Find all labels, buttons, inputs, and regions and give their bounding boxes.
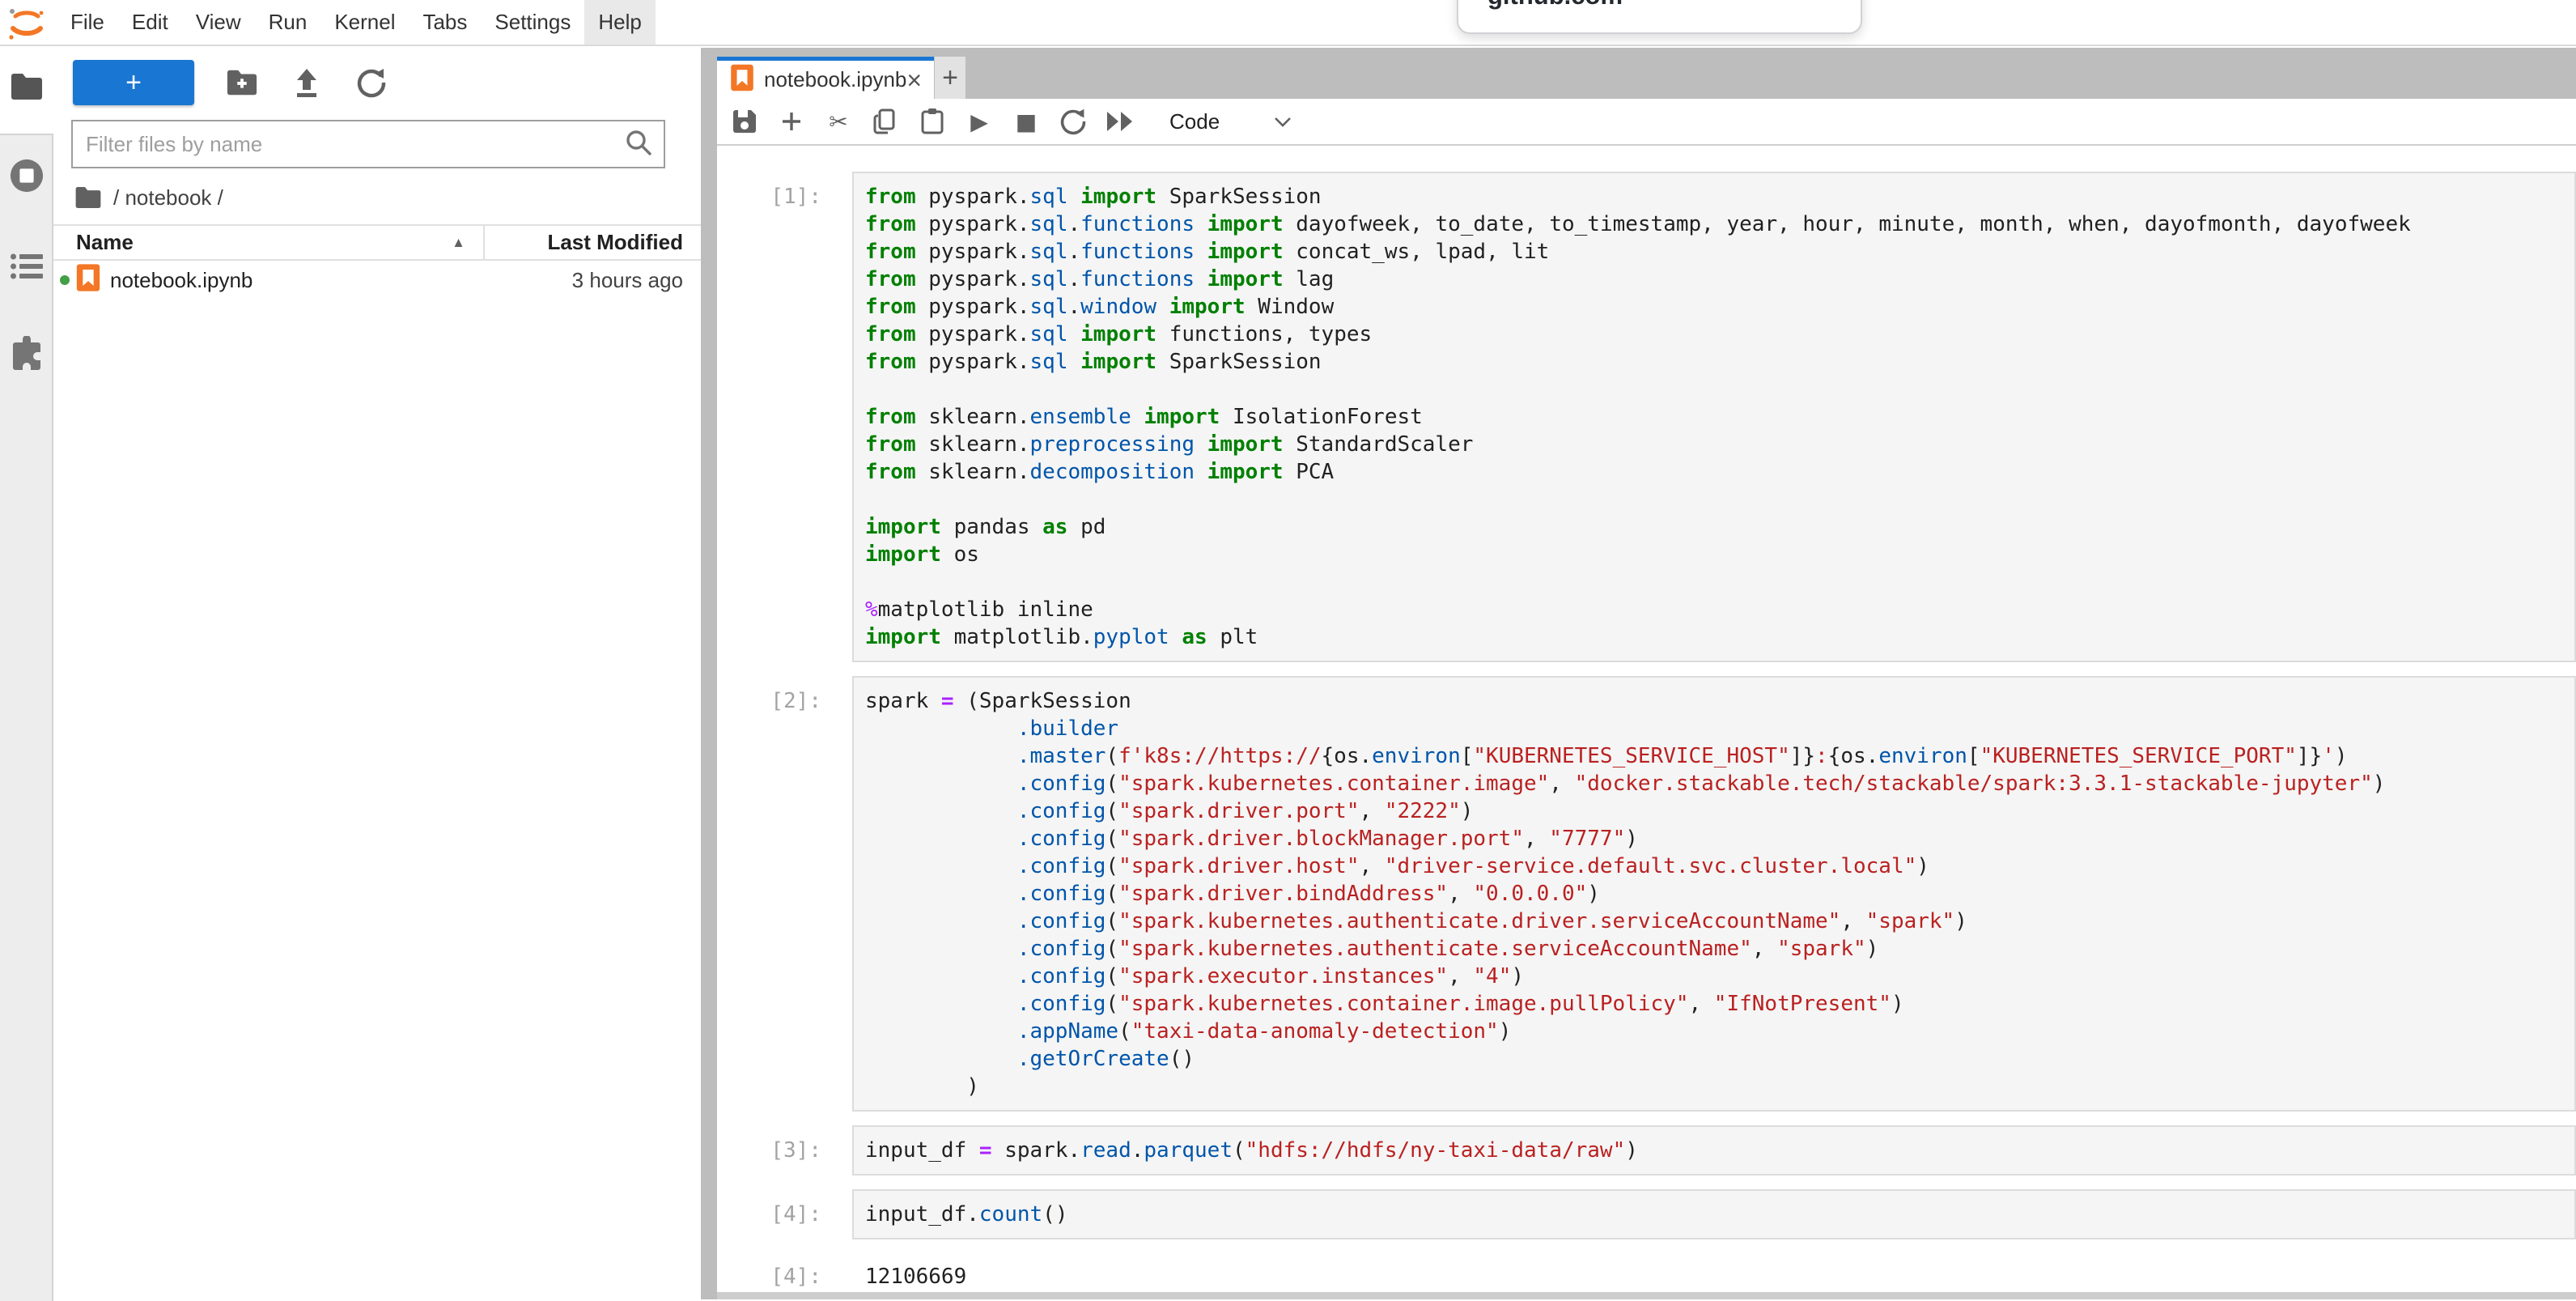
sidebar-lower [0,134,53,1301]
cell-execution-prompt: [1]: [717,172,852,662]
menu-item-edit[interactable]: Edit [118,0,182,45]
code-cell-row: [1]:from pyspark.sql import SparkSession… [717,172,2576,662]
cell-execution-prompt: [3]: [717,1125,852,1176]
panel-splitter[interactable] [701,48,717,1299]
popup-origin-text: github.com [1487,0,1623,12]
menu-bar: FileEditViewRunKernelTabsSettingsHelp [0,0,2576,46]
refresh-file-list-icon[interactable] [354,66,388,100]
menu-items: FileEditViewRunKernelTabsSettingsHelp [57,0,656,45]
menu-item-kernel[interactable]: Kernel [320,0,409,45]
menu-item-help[interactable]: Help [584,0,655,45]
new-folder-icon[interactable] [225,66,259,100]
restart-kernel-icon[interactable] [1055,103,1092,140]
kernel-running-dot [60,275,70,285]
home-folder-icon[interactable] [74,186,102,209]
cell-editor[interactable]: input_df = spark.read.parquet("hdfs://hd… [852,1125,2576,1176]
jupyter-logo-icon [6,4,47,43]
menu-item-settings[interactable]: Settings [481,0,584,45]
run-cell-icon[interactable]: ▶ [961,103,998,140]
notebook-file-icon [76,263,100,298]
file-name: notebook.ipynb [110,268,572,293]
browser-notification-popup: github.com [1457,0,1862,34]
cell-editor[interactable]: from pyspark.sql import SparkSession fro… [852,172,2576,662]
notebook-content: [1]:from pyspark.sql import SparkSession… [717,146,2576,1299]
file-listing-header: Name ▲ Last Modified [53,224,701,261]
jupyterlab-window: { "menu": { "items": ["File", "Edit", "V… [0,0,2576,1299]
file-listing: notebook.ipynb3 hours ago [53,261,701,300]
filter-files-input[interactable] [73,132,625,157]
menu-item-file[interactable]: File [57,0,118,45]
tab-label: notebook.ipynb [764,67,906,92]
code-cell-row: [3]:input_df = spark.read.parquet("hdfs:… [717,1125,2576,1176]
notebook-toolbar: ✂ ▶ ■ Code [717,99,2576,146]
notebook-tab-icon [730,64,754,96]
filter-files-box [71,120,665,168]
search-icon [625,129,652,160]
column-header-name[interactable]: Name ▲ [53,230,483,255]
chevron-down-icon [1273,109,1292,134]
tab-close-icon[interactable]: × [906,67,922,93]
cut-cells-icon[interactable]: ✂ [820,103,857,140]
running-kernels-icon[interactable] [9,158,45,193]
file-browser-panel: + / notebook / Name ▲ Last Modified note… [53,48,701,1299]
breadcrumb-path: / notebook / [113,185,223,210]
sidebar-top [0,48,53,134]
left-sidebar-strip [0,48,53,1299]
table-of-contents-icon[interactable] [9,249,45,284]
new-tab-button[interactable]: + [935,57,965,99]
copy-cells-icon[interactable] [867,103,904,140]
paste-cells-icon[interactable] [914,103,951,140]
horizontal-scrollbar[interactable] [717,1292,2576,1299]
tab-notebook[interactable]: notebook.ipynb × [717,57,934,99]
file-last-modified: 3 hours ago [572,268,701,293]
cell-execution-prompt: [4]: [717,1189,852,1239]
tab-bar: notebook.ipynb × + [717,48,2576,99]
menu-item-view[interactable]: View [182,0,255,45]
breadcrumb[interactable]: / notebook / [74,180,223,215]
file-row[interactable]: notebook.ipynb3 hours ago [53,261,701,300]
code-cell-row: [2]:spark = (SparkSession .builder .mast… [717,676,2576,1112]
main-dock-panel: notebook.ipynb × + ✂ ▶ ■ Code [717,48,2576,1299]
menu-item-tabs[interactable]: Tabs [409,0,481,45]
sort-ascending-icon: ▲ [452,235,465,251]
code-cell-row: [4]:input_df.count() [717,1189,2576,1239]
cell-editor[interactable]: spark = (SparkSession .builder .master(f… [852,676,2576,1112]
add-cell-icon[interactable] [773,103,810,140]
file-browser-toolbar: + [53,58,701,107]
cell-type-value: Code [1169,109,1220,134]
column-header-last-modified[interactable]: Last Modified [483,226,701,259]
restart-run-all-icon[interactable] [1101,103,1139,140]
upload-icon[interactable] [290,66,324,100]
new-launcher-button[interactable]: + [73,60,194,105]
cell-editor[interactable]: input_df.count() [852,1189,2576,1239]
menu-item-run[interactable]: Run [255,0,321,45]
save-icon[interactable] [726,103,763,140]
cell-type-dropdown[interactable]: Code [1169,109,1292,134]
file-browser-icon[interactable] [9,69,45,104]
stop-kernel-icon[interactable]: ■ [1008,103,1045,140]
extension-manager-icon[interactable] [9,336,45,372]
cell-execution-prompt: [2]: [717,676,852,1112]
